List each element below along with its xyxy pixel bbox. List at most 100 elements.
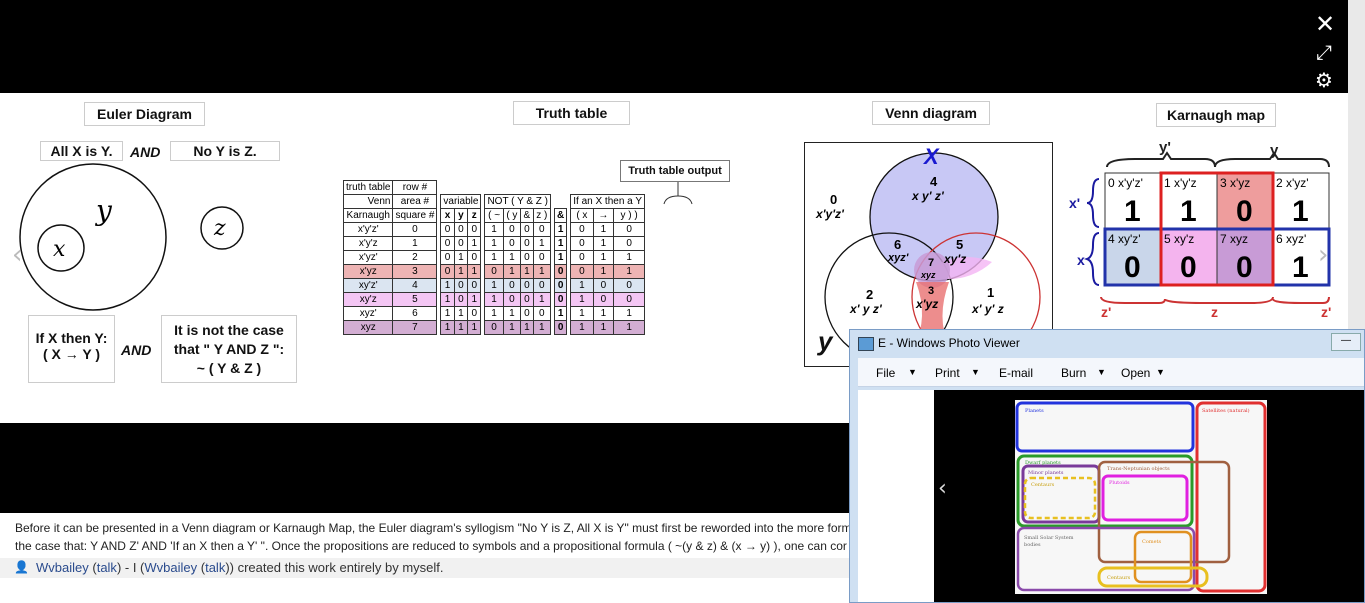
variable-value: 0 [440,264,455,279]
row-term: x'yz' [342,250,394,265]
menu-email[interactable]: E-mail [999,366,1033,380]
kmap-cell-label: 7 xyz [1220,232,1248,246]
table-row: xy'z' 4 1 0 0 1 0 0 0 0 1 0 0 [342,278,646,293]
venn-area-0-term: x'y'z' [815,207,845,221]
kmap-cell-label: 6 xyz' [1276,232,1306,246]
formula-value: 0 [520,236,534,251]
variable-value: 0 [467,306,482,321]
euler-title: Euler Diagram [84,102,205,126]
close-icon[interactable]: ✕ [1315,10,1335,38]
row-number: 6 [392,306,438,321]
formula-value: 1 [520,320,534,335]
next-image-arrow[interactable]: › [1318,240,1328,270]
table-header: ( y [502,208,522,223]
euler-notcase-line2: that " Y AND Z ": [173,341,285,357]
formula-value: 1 [502,250,522,265]
formula-value: 0 [613,292,646,307]
table-row: xyz' 6 1 1 0 1 1 0 0 1 1 1 1 [342,306,646,321]
chevron-down-icon[interactable]: ▼ [908,367,917,377]
formula-value: 0 [502,292,522,307]
venn-area-3-num: 3 [928,285,934,297]
kmap-cell-value: 1 [1124,195,1141,228]
table-row: x'y'z 1 0 0 1 1 0 0 1 1 0 1 0 [342,236,646,251]
kmap-cell-value: 1 [1292,251,1309,284]
kmap-zp1-label: z' [1101,304,1111,320]
formula-value: 0 [520,250,534,265]
variable-value: 0 [467,222,482,237]
variable-value: 1 [440,320,455,335]
euler-premise1: All X is Y. [40,141,123,161]
formula-value: 1 [613,306,646,321]
menu-open[interactable]: Open [1121,366,1150,380]
euler-y-label: y [94,194,113,227]
output-value: 0 [554,292,568,307]
gear-icon[interactable]: ⚙ [1315,68,1333,92]
output-value: 0 [554,320,568,335]
menu-print[interactable]: Print [935,366,960,380]
row-term: xyz [342,320,394,335]
table-header: z [467,208,482,223]
formula-value: 0 [592,278,615,293]
variable-value: 1 [453,250,469,265]
img-label-centaurs2: Centaurs [1107,575,1131,581]
minimize-button[interactable]: — [1331,333,1361,351]
img-label-centaurs: Centaurs [1031,482,1055,488]
formula-value: 1 [613,264,646,279]
table-header: z ) [532,208,552,223]
row-term: x'y'z' [342,222,394,237]
row-term: x'yz [342,264,394,279]
table-header: Venn [342,194,394,209]
author-talk-link-2[interactable]: talk [205,560,225,575]
variable-value: 1 [467,292,482,307]
variable-value: 1 [440,306,455,321]
photo-prev-arrow[interactable]: ‹ [938,476,947,501]
euler-x-label: x [53,237,66,262]
venn-y-label: y [816,326,834,356]
kmap-xp-label: x' [1069,195,1080,211]
venn-area-7-term: xyz [920,270,936,280]
chevron-down-icon[interactable]: ▼ [1156,367,1165,377]
euler-notcase-line3: ~ ( Y & Z ) [196,360,262,376]
venn-area-2-term: x' y z' [849,302,883,316]
euler-ifthen-line2: ( X → Y ) [42,346,101,362]
photo-viewer-stage: ‹ Planets Satellites (natural) Dwarf pla… [858,390,1364,602]
author-link[interactable]: Wvbailey [36,560,89,575]
variable-value: 1 [467,264,482,279]
chevron-down-icon[interactable]: ▼ [1097,367,1106,377]
formula-value: 0 [484,320,504,335]
formula-value: 1 [484,236,504,251]
row-number: 1 [392,236,438,251]
variable-value: 0 [440,250,455,265]
kmap-cell-value: 0 [1180,251,1197,284]
row-term: x'y'z [342,236,394,251]
byline-tail: )) created this work entirely by myself. [225,560,444,575]
prev-image-arrow[interactable]: ‹ [12,240,22,270]
table-header: row # [392,180,438,195]
formula-value: 1 [570,320,594,335]
expand-icon[interactable]: ⤢ [1316,40,1332,64]
formula-value: 1 [592,264,615,279]
img-label-plutoids: Plutoids [1109,480,1130,486]
kmap-yp-label: y' [1159,139,1171,156]
formula-value: 1 [532,292,552,307]
chevron-down-icon[interactable]: ▼ [971,367,980,377]
table-header: y [453,208,469,223]
table-header: NOT ( Y & Z ) [484,194,552,209]
kmap-cell-label: 2 x'yz' [1276,176,1309,190]
formula-value: 0 [570,264,594,279]
photo-viewer-window[interactable]: E - Windows Photo Viewer — File ▼ Print … [849,329,1365,603]
venn-area-2-num: 2 [866,287,873,302]
variable-value: 0 [440,236,455,251]
menu-file[interactable]: File [876,366,895,380]
venn-x-label: X [922,144,940,169]
formula-value: 0 [520,292,534,307]
menu-burn[interactable]: Burn [1061,366,1086,380]
truth-table: truth table row # Venn area # variable NOT ( … [342,180,646,335]
venn-area-3-term: x'yz [915,297,938,311]
author-link-2[interactable]: Wvbailey [144,560,197,575]
formula-value: 0 [502,236,522,251]
table-header: → [592,208,615,223]
kmap-cell-value: 0 [1124,251,1141,284]
euler-z-label: z [213,216,226,241]
author-talk-link[interactable]: talk [97,560,117,575]
